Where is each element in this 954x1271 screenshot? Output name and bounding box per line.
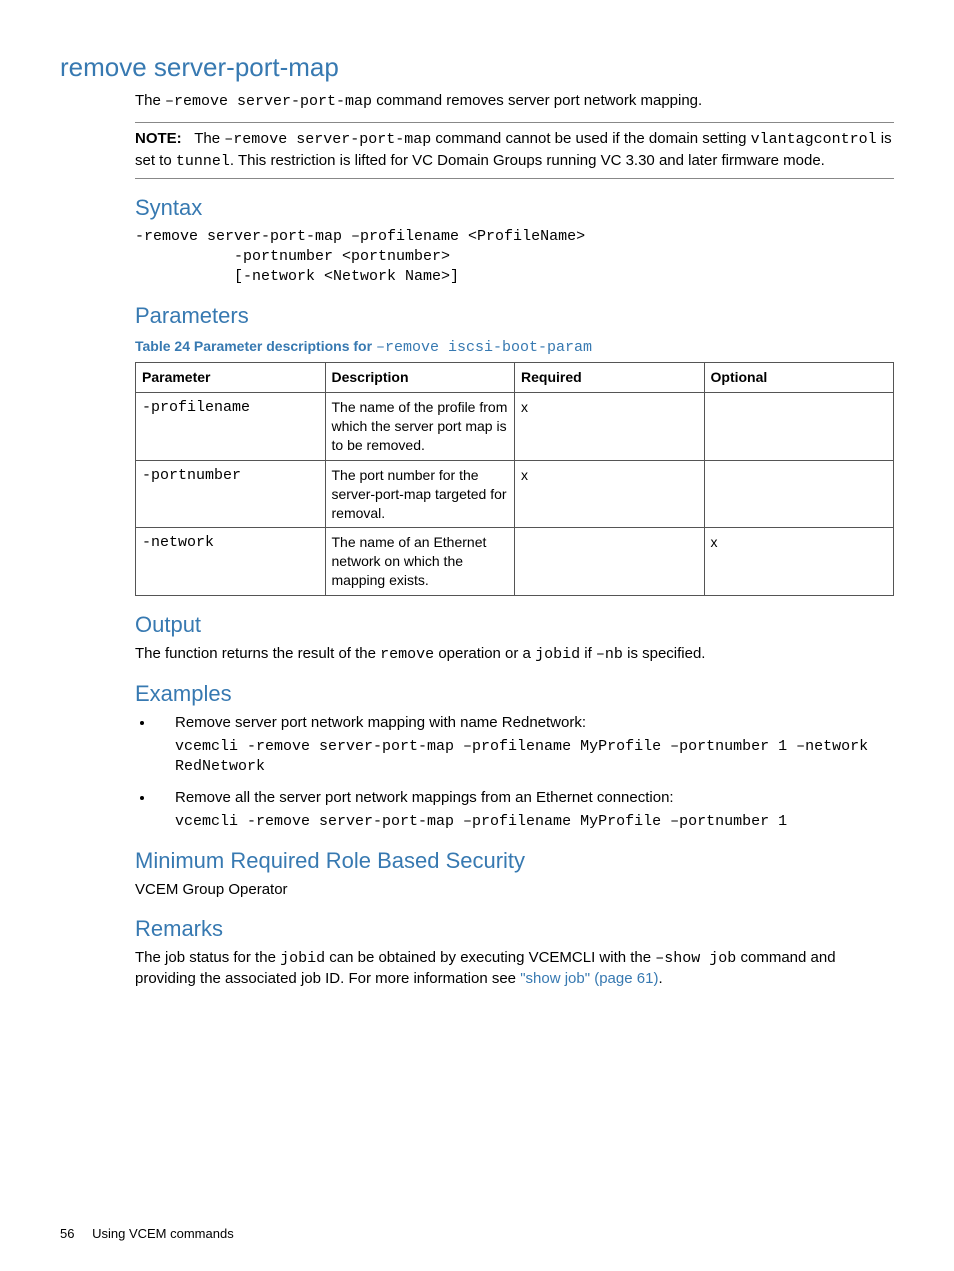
table-caption: Table 24 Parameter descriptions for –rem… bbox=[135, 337, 894, 358]
example-description: Remove all the server port network mappi… bbox=[175, 788, 894, 808]
command-name: –remove server-port-map bbox=[165, 93, 372, 110]
col-header-optional: Optional bbox=[704, 363, 894, 393]
param-optional bbox=[704, 393, 894, 461]
note-label: NOTE: bbox=[135, 130, 182, 147]
list-item: Remove all the server port network mappi… bbox=[155, 788, 894, 833]
cross-reference-link[interactable]: "show job" (page 61) bbox=[520, 970, 658, 987]
section-heading-syntax: Syntax bbox=[135, 193, 894, 223]
param-desc: The name of an Ethernet network on which… bbox=[325, 528, 515, 596]
param-required: x bbox=[515, 460, 705, 528]
param-name: -network bbox=[136, 528, 326, 596]
output-text: The function returns the result of the r… bbox=[135, 644, 894, 665]
caption-text: Table 24 Parameter descriptions for bbox=[135, 338, 376, 354]
security-text: VCEM Group Operator bbox=[135, 880, 894, 900]
example-description: Remove server port network mapping with … bbox=[175, 713, 894, 733]
col-header-required: Required bbox=[515, 363, 705, 393]
text: command cannot be used if the domain set… bbox=[431, 130, 750, 147]
code-inline: –show job bbox=[655, 950, 736, 967]
section-heading-security: Minimum Required Role Based Security bbox=[135, 846, 894, 876]
page-footer: 56 Using VCEM commands bbox=[60, 1225, 234, 1243]
code-inline: jobid bbox=[280, 950, 325, 967]
code-inline: –nb bbox=[596, 646, 623, 663]
code-inline: tunnel bbox=[176, 153, 230, 170]
command-name: –remove server-port-map bbox=[224, 131, 431, 148]
section-heading-remarks: Remarks bbox=[135, 914, 894, 944]
param-desc: The port number for the server-port-map … bbox=[325, 460, 515, 528]
intro-text: The –remove server-port-map command remo… bbox=[135, 91, 894, 112]
remarks-text: The job status for the jobid can be obta… bbox=[135, 948, 894, 990]
code-inline: jobid bbox=[535, 646, 580, 663]
syntax-code: -remove server-port-map –profilename <Pr… bbox=[135, 227, 894, 288]
col-header-parameter: Parameter bbox=[136, 363, 326, 393]
table-row: -portnumber The port number for the serv… bbox=[136, 460, 894, 528]
text: is specified. bbox=[623, 645, 706, 662]
col-header-description: Description bbox=[325, 363, 515, 393]
list-item: Remove server port network mapping with … bbox=[155, 713, 894, 778]
footer-title: Using VCEM commands bbox=[92, 1226, 234, 1241]
text: The job status for the bbox=[135, 949, 280, 966]
note-box: NOTE: The –remove server-port-map comman… bbox=[135, 122, 894, 179]
table-header-row: Parameter Description Required Optional bbox=[136, 363, 894, 393]
example-code: vcemcli -remove server-port-map –profile… bbox=[175, 737, 894, 778]
example-code: vcemcli -remove server-port-map –profile… bbox=[175, 812, 894, 832]
param-optional bbox=[704, 460, 894, 528]
text: . This restriction is lifted for VC Doma… bbox=[230, 152, 825, 169]
param-desc: The name of the profile from which the s… bbox=[325, 393, 515, 461]
text: command removes server port network mapp… bbox=[372, 92, 702, 109]
page-title: remove server-port-map bbox=[60, 50, 894, 85]
code-inline: vlantagcontrol bbox=[751, 131, 877, 148]
text: if bbox=[580, 645, 596, 662]
text: The function returns the result of the bbox=[135, 645, 380, 662]
section-heading-parameters: Parameters bbox=[135, 301, 894, 331]
param-optional: x bbox=[704, 528, 894, 596]
section-heading-examples: Examples bbox=[135, 679, 894, 709]
examples-list: Remove server port network mapping with … bbox=[135, 713, 894, 832]
page-number: 56 bbox=[60, 1226, 74, 1241]
text: operation or a bbox=[434, 645, 535, 662]
code-inline: remove bbox=[380, 646, 434, 663]
param-name: -portnumber bbox=[136, 460, 326, 528]
param-required bbox=[515, 528, 705, 596]
section-heading-output: Output bbox=[135, 610, 894, 640]
parameters-table: Parameter Description Required Optional … bbox=[135, 362, 894, 596]
table-row: -network The name of an Ethernet network… bbox=[136, 528, 894, 596]
text: can be obtained by executing VCEMCLI wit… bbox=[325, 949, 655, 966]
text: . bbox=[658, 970, 662, 987]
text: The bbox=[194, 130, 224, 147]
param-name: -profilename bbox=[136, 393, 326, 461]
caption-command: –remove iscsi-boot-param bbox=[376, 339, 592, 356]
table-row: -profilename The name of the profile fro… bbox=[136, 393, 894, 461]
text: The bbox=[135, 92, 165, 109]
param-required: x bbox=[515, 393, 705, 461]
